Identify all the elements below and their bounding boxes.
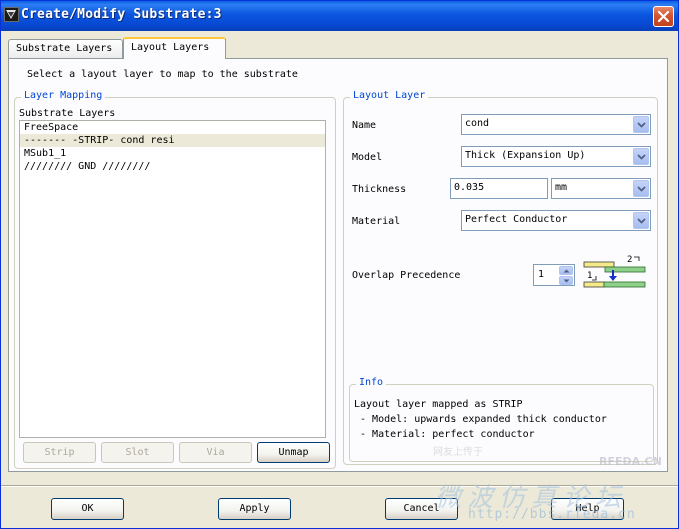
layer-mapping-group: Layer Mapping Substrate Layers FreeSpace… (14, 90, 336, 469)
precedence-label-1: 1 (587, 271, 592, 281)
info-line: - Model: upwards expanded thick conducto… (354, 414, 607, 425)
chevron-down-icon (563, 279, 570, 283)
chevron-down-icon (637, 186, 646, 192)
name-dropdown-arrow[interactable] (633, 116, 649, 133)
chevron-down-icon (637, 154, 646, 160)
info-title: Info (356, 377, 387, 388)
name-label: Name (352, 120, 377, 131)
info-line: - Material: perfect conductor (354, 429, 535, 440)
overlap-precedence-spinner[interactable]: 1 (533, 264, 575, 286)
thickness-label: Thickness (352, 184, 407, 195)
dialog-window: Create/Modify Substrate:3 Substrate Laye… (0, 0, 679, 529)
material-dropdown-arrow[interactable] (633, 212, 649, 229)
thickness-unit-value: mm (555, 182, 568, 193)
tab-panel-layout-layers: Select a layout layer to map to the subs… (8, 58, 668, 472)
slot-button[interactable]: Slot (101, 442, 174, 463)
info-line: Layout layer mapped as STRIP (354, 399, 523, 410)
footer-separator (1, 485, 678, 487)
name-value: cond (465, 118, 490, 129)
close-button[interactable] (653, 6, 674, 27)
via-button[interactable]: Via (179, 442, 252, 463)
layout-layer-title: Layout Layer (350, 90, 429, 101)
spinner-down-button[interactable] (559, 276, 573, 285)
list-item-selected[interactable]: ------- -STRIP- cond resi (20, 134, 325, 147)
thickness-value: 0.035 (454, 182, 485, 193)
ok-button[interactable]: OK (51, 498, 124, 520)
chevron-up-icon (563, 269, 570, 273)
overlap-precedence-label: Overlap Precedence (352, 270, 461, 281)
tab-substrate-layers[interactable]: Substrate Layers (8, 39, 123, 58)
overlap-precedence-value: 1 (538, 269, 545, 280)
list-item[interactable]: MSub1_1 (20, 147, 325, 160)
cancel-button[interactable]: Cancel (385, 498, 458, 520)
list-item[interactable]: //////// GND //////// (20, 160, 325, 173)
model-dropdown-arrow[interactable] (633, 148, 649, 165)
info-group: Info Layout layer mapped as STRIP - Mode… (349, 377, 654, 462)
list-item[interactable]: FreeSpace (20, 121, 325, 134)
strip-button[interactable]: Strip (23, 442, 96, 463)
model-value: Thick (Expansion Up) (465, 150, 586, 161)
chevron-down-icon (637, 218, 646, 224)
apply-button[interactable]: Apply (218, 498, 291, 520)
name-dropdown[interactable]: cond (461, 114, 651, 135)
spinner-up-button[interactable] (559, 266, 573, 275)
precedence-label-2: 2 (627, 255, 632, 265)
unmap-button[interactable]: Unmap (257, 442, 330, 463)
tab-layout-layers[interactable]: Layout Layers (123, 37, 226, 59)
thickness-unit-arrow[interactable] (633, 180, 649, 197)
overlap-precedence-icon: 2 1 (583, 254, 649, 294)
layout-layer-group: Layout Layer Name cond Model Thick (Expa… (343, 90, 658, 465)
instruction-text: Select a layout layer to map to the subs… (27, 69, 298, 80)
material-label: Material (352, 216, 401, 227)
model-label: Model (352, 152, 383, 163)
help-button[interactable]: Help (551, 498, 624, 520)
app-icon[interactable] (4, 7, 19, 22)
thickness-unit-dropdown[interactable]: mm (551, 178, 651, 199)
title-bar[interactable]: Create/Modify Substrate:3 (1, 1, 678, 31)
substrate-layers-header: Substrate Layers (19, 108, 116, 119)
chevron-down-icon (637, 122, 646, 128)
substrate-layers-list[interactable]: FreeSpace ------- -STRIP- cond resi MSub… (19, 120, 326, 438)
window-title: Create/Modify Substrate:3 (21, 7, 222, 22)
thickness-input[interactable]: 0.035 (450, 178, 548, 199)
material-dropdown[interactable]: Perfect Conductor (461, 210, 651, 231)
layer-mapping-title: Layer Mapping (21, 90, 106, 101)
model-dropdown[interactable]: Thick (Expansion Up) (461, 146, 651, 167)
close-icon (658, 11, 669, 22)
material-value: Perfect Conductor (465, 214, 568, 225)
